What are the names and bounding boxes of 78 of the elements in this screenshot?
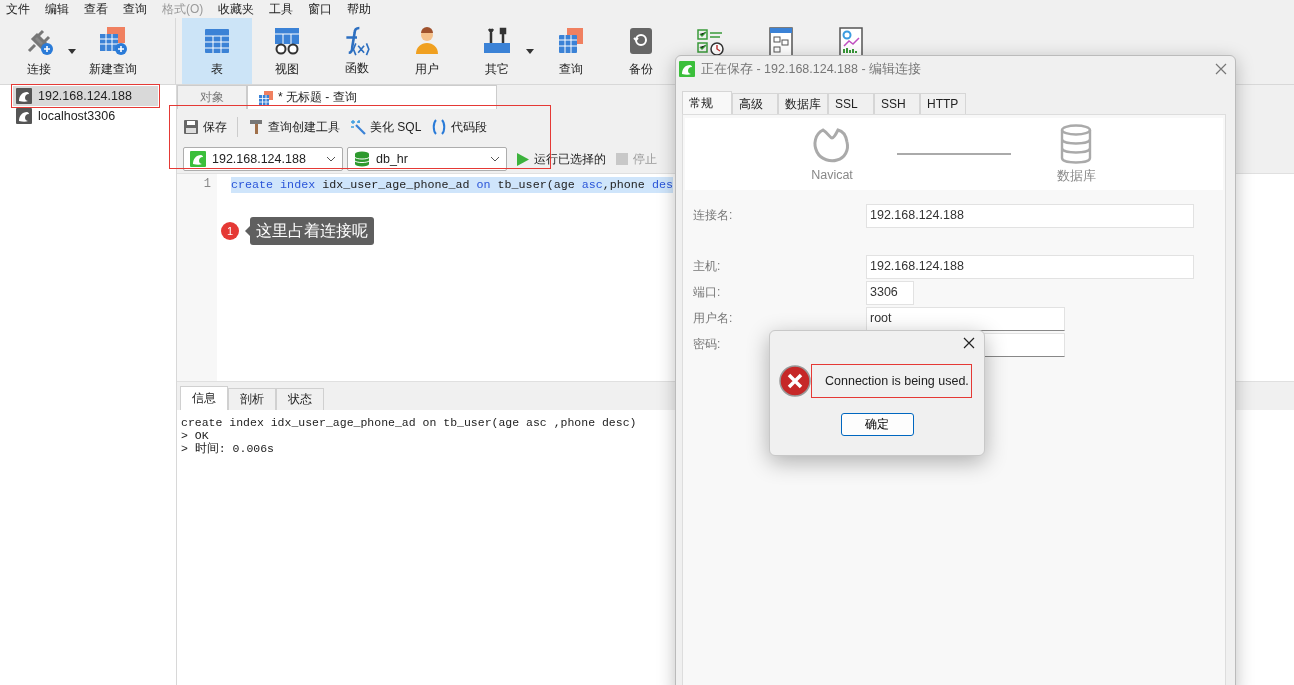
toolbar-button[interactable]: 函数	[322, 18, 392, 84]
field-label: 连接名:	[693, 207, 734, 224]
input-field[interactable]: root	[866, 306, 1065, 331]
toolbar-button[interactable]: 新建查询	[78, 18, 148, 84]
dialog-tab[interactable]: 高级	[732, 93, 778, 114]
chevron-icon	[326, 156, 336, 162]
document-tab[interactable]: 对象	[177, 85, 247, 109]
toolbar-button[interactable]: 表	[182, 18, 252, 84]
field-label: 用户名:	[693, 310, 734, 327]
input-field[interactable]: 192.168.124.188	[866, 254, 1194, 279]
error-message: Connection is being used.	[811, 364, 972, 398]
dialog-tab[interactable]: HTTP	[920, 93, 966, 114]
toolbar-button[interactable]: 连接	[4, 18, 74, 84]
query-toolbar-button[interactable]: 美化 SQL	[350, 118, 422, 136]
dialog-tab[interactable]: SSL	[828, 93, 874, 114]
field-label: 端口:	[693, 284, 722, 301]
ok-button[interactable]: 确定	[840, 413, 914, 436]
menu-item[interactable]: 查询	[119, 0, 158, 18]
dialog-tab[interactable]: 常规	[682, 91, 732, 114]
input-field[interactable]: 3306	[866, 280, 914, 305]
save-icon	[183, 119, 199, 135]
database-select[interactable]: db_hr	[347, 147, 507, 171]
connection-item[interactable]: 192.168.124.188	[13, 86, 158, 106]
menu-item[interactable]: 工具	[265, 0, 305, 18]
menu-item[interactable]: 查看	[80, 0, 119, 18]
diagram-label: Navicat	[811, 168, 853, 182]
connection-select[interactable]: 192.168.124.188	[183, 147, 343, 171]
query-toolbar-button[interactable]: 保存	[183, 118, 227, 136]
diagram-label: 数据库	[1056, 168, 1096, 185]
dialog-tab[interactable]: SSH	[874, 93, 920, 114]
menu-item[interactable]: 编辑	[41, 0, 80, 18]
schedule-icon[interactable]	[695, 26, 727, 58]
braces-icon	[431, 119, 448, 135]
document-tab[interactable]: * 无标题 - 查询	[247, 85, 497, 109]
menu-item[interactable]: 窗口	[304, 0, 344, 18]
query-toolbar-button[interactable]: 查询创建工具	[248, 118, 340, 136]
log-line: create index idx_user_age_phone_ad on tb_user(age asc ,phone desc)	[181, 416, 637, 429]
caret-icon[interactable]	[526, 48, 534, 54]
query-tab-icon	[258, 89, 274, 106]
database-icon	[1060, 124, 1092, 164]
connection-item[interactable]: localhost3306	[0, 106, 176, 126]
result-tab[interactable]: 剖析	[228, 388, 276, 410]
toolbar-button[interactable]: 查询	[536, 18, 606, 84]
wand-icon	[350, 119, 366, 135]
log-line: > 时间: 0.006s	[181, 442, 274, 455]
database-icon	[354, 151, 370, 167]
field-label: 主机:	[693, 258, 722, 275]
menu-item[interactable]: 帮助	[343, 0, 383, 18]
dialog-tab[interactable]: 数据库	[778, 93, 828, 114]
menu-item[interactable]: 文件	[2, 0, 41, 18]
function-icon	[344, 25, 370, 56]
error-icon	[779, 365, 811, 397]
input-field[interactable]: 192.168.124.188	[866, 203, 1194, 228]
result-tab[interactable]: 状态	[276, 388, 324, 410]
connection-icon	[679, 61, 695, 77]
query-toolbar-button[interactable]: 代码段	[431, 118, 488, 136]
caret-icon[interactable]	[68, 48, 76, 54]
line-number: 1	[202, 177, 211, 193]
annotation-callout: 这里占着连接呢	[250, 217, 374, 245]
result-tab[interactable]: 信息	[180, 386, 228, 410]
connection-icon	[16, 108, 32, 124]
new-query-icon	[97, 24, 129, 57]
play-icon	[517, 152, 529, 166]
hammer-icon	[248, 119, 264, 135]
window-title: 正在保存 - 192.168.124.188 - 编辑连接	[701, 60, 922, 78]
toolbar-button[interactable]: 用户	[392, 18, 462, 84]
connection-icon	[16, 88, 32, 104]
toolbar-button[interactable]: 备份	[606, 18, 676, 84]
connection-icon	[190, 151, 206, 167]
log-line: > OK	[181, 429, 209, 442]
close-icon[interactable]	[963, 337, 975, 349]
step-badge: 1	[221, 222, 239, 240]
menu-item[interactable]: 收藏夹	[214, 0, 266, 18]
toolbar-button[interactable]: 其它	[462, 18, 532, 84]
toolbar-button[interactable]: 视图	[252, 18, 322, 84]
field-label: 密码:	[693, 336, 722, 353]
chevron-icon	[490, 156, 500, 162]
stop-icon	[616, 153, 628, 165]
